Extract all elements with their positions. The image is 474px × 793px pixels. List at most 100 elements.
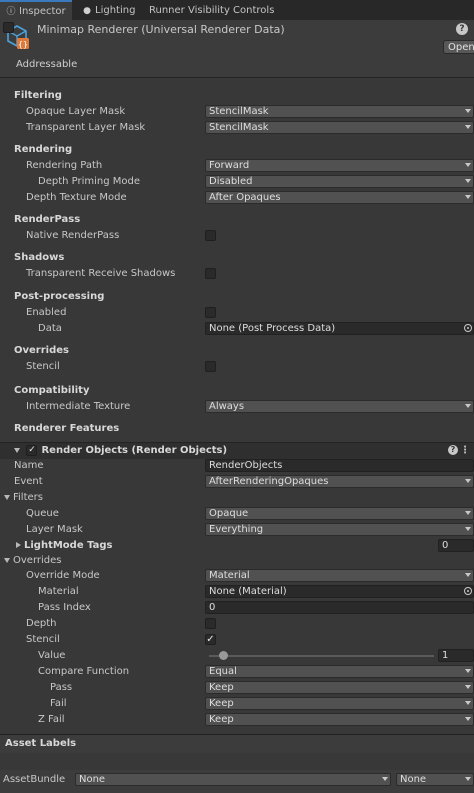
opaque-layer-mask-dropdown[interactable]: StencilMask <box>205 105 474 118</box>
material-field[interactable]: None (Material) <box>205 585 474 598</box>
dropdown-arrow-icon <box>465 701 471 705</box>
fail-dropdown[interactable]: Keep <box>205 697 474 710</box>
svg-text:{}: {} <box>18 40 28 49</box>
foldout-arrow-icon <box>16 542 21 548</box>
feature-help-icon[interactable]: ? <box>448 445 458 455</box>
rendering-path-dropdown[interactable]: Forward <box>205 159 474 172</box>
feature-foldout[interactable]: ✓ Render Objects (Render Objects) <box>14 443 227 459</box>
object-picker-icon[interactable] <box>464 587 472 595</box>
dropdown-value: None <box>79 774 106 785</box>
dropdown-arrow-icon <box>382 777 388 781</box>
dropdown-arrow-icon <box>465 479 471 483</box>
depth-label: Depth <box>26 618 57 629</box>
queue-label: Queue <box>26 508 59 519</box>
event-dropdown[interactable]: AfterRenderingOpaques <box>205 475 474 488</box>
dropdown-value: Keep <box>209 682 234 693</box>
feature-menu-icon[interactable]: ⋮ <box>460 443 470 459</box>
overrides-foldout[interactable]: Overrides <box>4 553 61 569</box>
native-renderpass-checkbox[interactable] <box>205 230 216 241</box>
dropdown-value: None <box>400 774 427 785</box>
addressable-label: Addressable <box>16 59 78 70</box>
object-field-value: None (Post Process Data) <box>209 323 336 334</box>
tab-bar: ⓘ Inspector ● Lighting Runner Visibility C… <box>0 0 474 22</box>
asset-labels-panel: Asset Labels <box>0 734 474 753</box>
dropdown-value: StencilMask <box>209 106 269 117</box>
post-processing-enabled-checkbox[interactable] <box>205 307 216 318</box>
open-button[interactable]: Open <box>443 40 474 54</box>
transparent-layer-mask-dropdown[interactable]: StencilMask <box>205 121 474 134</box>
event-label: Event <box>14 476 43 487</box>
depth-texture-mode-dropdown[interactable]: After Opaques <box>205 191 474 204</box>
rendering-path-label: Rendering Path <box>26 160 103 171</box>
layer-mask-dropdown[interactable]: Everything <box>205 523 474 536</box>
native-renderpass-label: Native RenderPass <box>26 230 120 241</box>
stencil-value-slider-handle[interactable] <box>219 651 228 660</box>
feature-enabled-checkbox[interactable]: ✓ <box>26 444 38 456</box>
section-filtering: Filtering <box>14 90 62 101</box>
depth-texture-mode-label: Depth Texture Mode <box>26 192 127 203</box>
override-mode-dropdown[interactable]: Material <box>205 569 474 582</box>
tab-inspector[interactable]: ⓘ Inspector <box>0 0 72 22</box>
post-processing-enabled-label: Enabled <box>26 307 67 318</box>
section-post-processing: Post-processing <box>14 291 105 302</box>
tab-runner-visibility-controls[interactable]: Runner Visibility Controls <box>143 2 280 20</box>
render-objects-feature-header[interactable]: ✓ Render Objects (Render Objects) ? ⋮ <box>0 442 474 459</box>
zfail-dropdown[interactable]: Keep <box>205 713 474 726</box>
compare-function-label: Compare Function <box>38 666 130 677</box>
stencil-value-input[interactable]: 1 <box>438 649 474 662</box>
addressable-checkbox[interactable] <box>3 22 14 33</box>
filters-foldout[interactable]: Filters <box>4 490 43 506</box>
pass-index-label: Pass Index <box>38 602 91 613</box>
override-stencil-label: Stencil <box>26 634 60 645</box>
post-process-data-field[interactable]: None (Post Process Data) <box>205 322 474 335</box>
dropdown-arrow-icon <box>465 195 471 199</box>
dropdown-value: Material <box>209 570 250 581</box>
dropdown-arrow-icon <box>465 777 471 781</box>
stencil-value-label: Value <box>38 650 66 661</box>
stencil-value-slider-track[interactable] <box>209 655 434 657</box>
overrides-label: Overrides <box>13 555 62 566</box>
override-stencil-checkbox[interactable]: ✓ <box>205 634 216 645</box>
dropdown-value: Disabled <box>209 176 253 187</box>
material-label: Material <box>38 586 79 597</box>
section-renderer-features: Renderer Features <box>14 423 120 434</box>
intermediate-texture-label: Intermediate Texture <box>26 401 131 412</box>
stencil-checkbox[interactable] <box>205 361 216 372</box>
post-process-data-label: Data <box>38 323 62 334</box>
feature-title: Render Objects (Render Objects) <box>41 445 228 456</box>
zfail-label: Z Fail <box>38 714 65 725</box>
help-icon[interactable]: ? <box>456 23 468 35</box>
dropdown-arrow-icon <box>465 717 471 721</box>
transparent-layer-mask-label: Transparent Layer Mask <box>26 122 146 133</box>
section-compatibility: Compatibility <box>14 385 90 396</box>
section-overrides: Overrides <box>14 345 69 356</box>
transparent-receive-shadows-checkbox[interactable] <box>205 268 216 279</box>
foldout-arrow-icon <box>4 557 10 563</box>
lightmode-tags-label: LightMode Tags <box>24 540 113 551</box>
assetbundle-variant-dropdown[interactable]: None <box>396 773 474 786</box>
lightmode-tags-foldout[interactable]: LightMode Tags <box>16 538 113 554</box>
fail-label: Fail <box>50 698 67 709</box>
inspector-header: {} Minimap Renderer (Universal Renderer … <box>0 20 474 78</box>
queue-dropdown[interactable]: Opaque <box>205 507 474 520</box>
override-mode-label: Override Mode <box>26 570 100 581</box>
depth-checkbox[interactable] <box>205 618 216 629</box>
object-picker-icon[interactable] <box>464 324 472 332</box>
feature-name-input[interactable]: RenderObjects <box>205 459 474 472</box>
pass-index-input[interactable]: 0 <box>205 601 474 614</box>
dropdown-arrow-icon <box>465 527 471 531</box>
tab-label: Runner Visibility Controls <box>149 5 275 16</box>
assetbundle-dropdown[interactable]: None <box>75 773 391 786</box>
lightmode-tags-count-input[interactable]: 0 <box>438 539 474 552</box>
filters-label: Filters <box>13 492 43 503</box>
dropdown-value: Always <box>209 401 245 412</box>
lightbulb-icon: ● <box>83 6 91 16</box>
intermediate-texture-dropdown[interactable]: Always <box>205 400 474 413</box>
tab-lighting[interactable]: ● Lighting <box>76 2 141 20</box>
transparent-receive-shadows-label: Transparent Receive Shadows <box>26 268 176 279</box>
depth-priming-mode-dropdown[interactable]: Disabled <box>205 175 474 188</box>
section-rendering: Rendering <box>14 144 73 155</box>
pass-dropdown[interactable]: Keep <box>205 681 474 694</box>
tab-label: Inspector <box>19 6 66 17</box>
compare-function-dropdown[interactable]: Equal <box>205 665 474 678</box>
